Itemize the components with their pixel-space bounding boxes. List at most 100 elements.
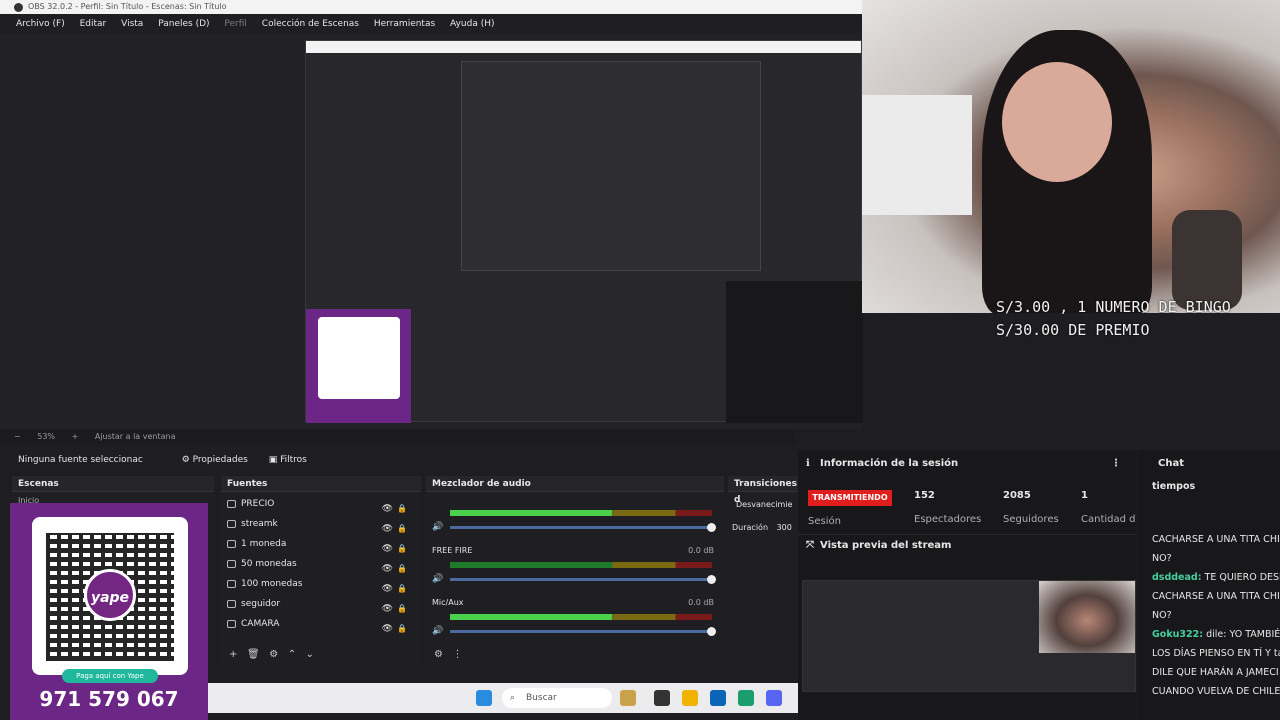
sources-toolbar: + 🗑 ⚙ ⌃ ⌄ (221, 644, 421, 666)
browser-source-icon (227, 560, 236, 568)
advanced-audio-icon[interactable]: ⚙ (434, 649, 443, 660)
session-label: Sesión (808, 516, 841, 527)
zoom-fit-dropdown[interactable]: Ajustar a la ventana (95, 432, 176, 441)
webcam-feed (862, 0, 1280, 313)
outlook-icon[interactable] (710, 690, 726, 706)
source-label: CAMARA (241, 619, 280, 629)
chat-message: NO? (1152, 553, 1172, 564)
mixer-menu-icon[interactable]: ⋮ (453, 649, 463, 660)
display-source-icon (227, 520, 236, 528)
volume-slider[interactable] (450, 523, 716, 532)
menu-bar: Archivo (F) Editar Vista Paneles (D) Per… (0, 14, 862, 34)
slider-knob[interactable] (707, 575, 716, 584)
source-settings-icon[interactable]: ⚙ (269, 649, 278, 660)
volume-slider[interactable] (450, 575, 716, 584)
menu-edit[interactable]: Editar (74, 14, 113, 34)
lock-icon[interactable]: 🔒 (397, 619, 407, 639)
count-label: Cantidad d (1081, 514, 1136, 525)
menu-docks[interactable]: Paneles (D) (152, 14, 215, 34)
chat-header: Chat (1138, 450, 1280, 478)
viewers-label: Espectadores (914, 514, 982, 525)
overlay-line-price: S/3.00 , 1 NUMERO DE BINGO (996, 298, 1231, 316)
speaker-icon[interactable]: 🔊 (432, 522, 443, 532)
volume-slider[interactable] (450, 627, 716, 636)
move-up-icon[interactable]: ⌃ (288, 649, 296, 660)
menu-file[interactable]: Archivo (F) (0, 14, 71, 34)
count-value: 1 (1081, 490, 1088, 501)
mixer-channel: FREE FIRE 0.0 dB 🔊 (426, 544, 724, 596)
zoom-minus-button[interactable]: − (14, 432, 21, 441)
yape-phone-number: 971 579 067 (39, 687, 179, 711)
properties-button[interactable]: ⚙ Propiedades (182, 455, 248, 465)
menu-help[interactable]: Ayuda (H) (444, 14, 500, 34)
stream-preview-header: ⤧ Vista previa del stream (798, 534, 1137, 556)
chat-message: LOS DÍAS PIENSO EN TÍ Y ta (1152, 648, 1280, 659)
source-item-seguidor[interactable]: seguidor 👁 🔒 (221, 594, 421, 614)
source-label: 1 moneda (241, 539, 287, 549)
channel-db: 0.0 dB (688, 546, 714, 555)
sources-title: Fuentes (221, 476, 421, 492)
properties-label: Propiedades (192, 455, 248, 465)
duration-input[interactable]: 300 (777, 523, 792, 532)
slider-knob[interactable] (707, 523, 716, 532)
no-source-label: Ninguna fuente seleccionac (18, 455, 143, 465)
zoom-plus-button[interactable]: + (72, 432, 79, 441)
remove-source-button[interactable]: 🗑 (247, 649, 260, 660)
bingo-overlay-text: S/3.00 , 1 NUMERO DE BINGO S/30.00 DE PR… (996, 296, 1280, 342)
session-info-panel: ℹ Información de la sesión ⋮ TRANSMITIEN… (798, 450, 1137, 720)
volume-meter (450, 614, 712, 620)
menu-view[interactable]: Vista (115, 14, 149, 34)
browser-source-icon (227, 580, 236, 588)
add-source-button[interactable]: + (229, 649, 237, 660)
taskview-icon[interactable] (654, 690, 670, 706)
live-badge: TRANSMITIENDO (808, 490, 892, 506)
chat-message: CUANDO VUELVA DE CHILE (1152, 686, 1280, 697)
windows-start-icon[interactable] (476, 690, 492, 706)
session-header: ℹ Información de la sesión ⋮ (798, 450, 1137, 478)
visibility-eye-icon[interactable]: 👁 (382, 619, 393, 639)
channel-name: Mic/Aux (432, 598, 464, 607)
move-down-icon[interactable]: ⌄ (306, 649, 314, 660)
qr-card: yape (32, 517, 188, 675)
context-bar: Ninguna fuente seleccionac ⚙ Propiedades… (0, 449, 795, 471)
channel-name: FREE FIRE (432, 546, 473, 555)
file-explorer-icon[interactable] (682, 690, 698, 706)
menu-tools[interactable]: Herramientas (368, 14, 441, 34)
preview-icon: ⤧ (806, 540, 814, 551)
meter-fill (450, 614, 613, 620)
taskbar-search[interactable]: ⌕ Buscar (502, 688, 612, 708)
nested-session-panel (726, 281, 863, 423)
edge-icon[interactable] (738, 690, 754, 706)
session-title: Información de la sesión (820, 458, 959, 469)
preview-webcam-thumb (1039, 581, 1135, 653)
source-label: seguidor (241, 599, 281, 609)
source-item-precio[interactable]: PRECIO 👁 🔒 (221, 494, 421, 514)
stream-preview-title: Vista previa del stream (820, 540, 952, 551)
volume-meter (450, 562, 712, 568)
mixer-title: Mezclador de audio (426, 476, 724, 492)
source-item-50-monedas[interactable]: 50 monedas 👁 🔒 (221, 554, 421, 574)
streamer-face (1002, 62, 1112, 182)
source-item-100-monedas[interactable]: 100 monedas 👁 🔒 (221, 574, 421, 594)
zoom-level: 53% (37, 432, 56, 441)
nested-titlebar (306, 41, 861, 53)
browser-source-icon (227, 540, 236, 548)
menu-scene-collection[interactable]: Colección de Escenas (256, 14, 365, 34)
source-label: streamk (241, 519, 278, 529)
source-item-streamk[interactable]: streamk 👁 🔒 (221, 514, 421, 534)
source-item-1-moneda[interactable]: 1 moneda 👁 🔒 (221, 534, 421, 554)
source-item-camara[interactable]: CAMARA 👁 🔒 (221, 614, 421, 634)
top-supporters-bar (1138, 497, 1280, 531)
discord-icon[interactable] (766, 690, 782, 706)
slider-knob[interactable] (707, 627, 716, 636)
duration-label: Duración (732, 523, 769, 532)
source-label: 50 monedas (241, 559, 297, 569)
filters-button[interactable]: ▣ Filtros (269, 455, 307, 465)
speaker-icon[interactable]: 🔊 (432, 626, 443, 636)
mixer-toolbar: ⚙ ⋮ (426, 644, 724, 666)
widgets-icon[interactable] (620, 690, 636, 706)
yape-logo: yape (84, 569, 136, 621)
menu-profile[interactable]: Perfil (218, 14, 253, 34)
speaker-icon[interactable]: 🔊 (432, 574, 443, 584)
session-menu-icon[interactable]: ⋮ (1111, 450, 1121, 478)
